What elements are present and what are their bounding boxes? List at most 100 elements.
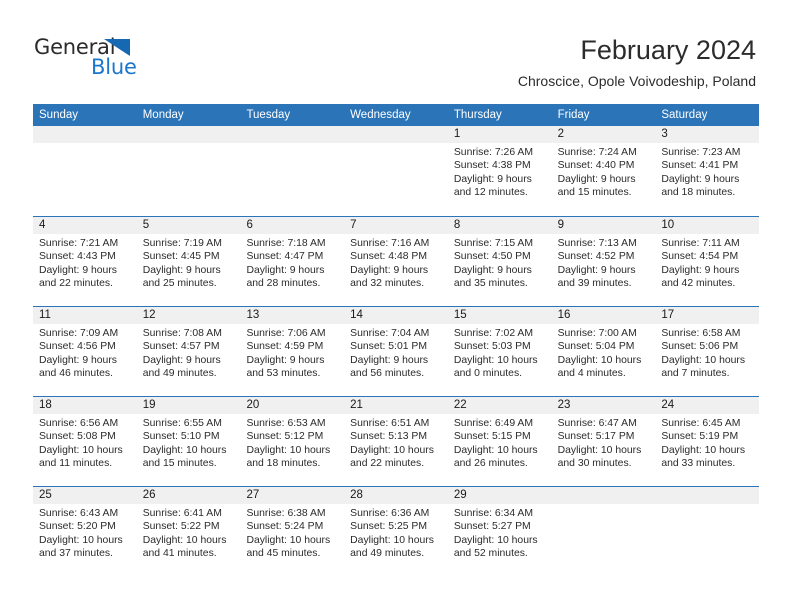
day-sun-info: Sunrise: 6:36 AM Sunset: 5:25 PM Daylight:… (344, 504, 448, 560)
sunrise-time: Sunrise: 6:53 AM (246, 418, 326, 429)
day-sun-info: Sunrise: 6:58 AM Sunset: 5:06 PM Daylight:… (655, 324, 759, 380)
sunset-time: Sunset: 5:22 PM (142, 521, 220, 533)
daylight-duration-line2: and 49 minutes. (142, 367, 217, 379)
sunrise-time: Sunrise: 7:15 AM (453, 238, 534, 249)
day-number: 7 (344, 217, 448, 234)
sunset-time: Sunset: 5:06 PM (661, 341, 739, 353)
day-number: 27 (240, 487, 345, 504)
calendar-day-cell[interactable]: 23 Sunrise: 6:47 AM Sunset: 5:17 PM Dayligh… (551, 397, 656, 486)
calendar-day-cell[interactable]: 3 Sunrise: 7:23 AM Sunset: 4:41 PM Daylight… (655, 126, 760, 216)
calendar-day-cell[interactable]: 12 Sunrise: 7:08 AM Sunset: 4:57 PM Dayligh… (136, 307, 241, 396)
daylight-duration-line1: Daylight: 9 hours (39, 264, 117, 276)
sunset-time: Sunset: 5:20 PM (39, 521, 116, 533)
calendar-day-cell[interactable]: 16 Sunrise: 7:00 AM Sunset: 5:04 PM Dayligh… (551, 307, 656, 396)
calendar-weeks: 1 Sunrise: 7:26 AM Sunset: 4:38 PM Daylight… (33, 126, 760, 576)
daylight-duration-line2: and 15 minutes. (557, 186, 632, 198)
calendar-day-cell[interactable]: 25 Sunrise: 6:43 AM Sunset: 5:20 PM Dayligh… (33, 487, 137, 576)
daylight-duration-line2: and 37 minutes. (39, 547, 113, 559)
calendar-week-row: 4 Sunrise: 7:21 AM Sunset: 4:43 PM Daylight… (33, 216, 760, 306)
daylight-duration-line2: and 41 minutes. (142, 547, 217, 559)
daylight-duration-line2: and 0 minutes. (453, 367, 523, 379)
calendar-day-cell[interactable]: 11 Sunrise: 7:09 AM Sunset: 4:56 PM Dayligh… (33, 307, 137, 396)
daylight-duration-line2: and 25 minutes. (142, 277, 217, 289)
calendar-day-cell[interactable]: 1 Sunrise: 7:26 AM Sunset: 4:38 PM Daylight… (447, 126, 552, 216)
calendar-day-cell[interactable]: 6 Sunrise: 7:18 AM Sunset: 4:47 PM Daylight… (240, 217, 345, 306)
sunset-time: Sunset: 5:13 PM (350, 431, 427, 443)
day-sun-info: Sunrise: 6:38 AM Sunset: 5:24 PM Daylight:… (240, 504, 344, 560)
logo-triangle-icon (104, 39, 130, 56)
calendar-day-cell[interactable]: 2 Sunrise: 7:24 AM Sunset: 4:40 PM Daylight… (551, 126, 656, 216)
daylight-duration-line1: Daylight: 9 hours (246, 264, 325, 276)
sunrise-time: Sunrise: 7:16 AM (350, 238, 430, 249)
day-sun-info: Sunrise: 6:55 AM Sunset: 5:10 PM Daylight:… (137, 414, 241, 470)
sunrise-time: Sunrise: 7:08 AM (142, 328, 222, 339)
daylight-duration-line2: and 22 minutes. (39, 277, 113, 289)
day-number: 14 (344, 307, 448, 324)
day-sun-info: Sunrise: 7:04 AM Sunset: 5:01 PM Daylight:… (344, 324, 448, 380)
day-number: 2 (551, 126, 656, 143)
daylight-duration-line2: and 45 minutes. (246, 547, 321, 559)
daylight-duration-line2: and 15 minutes. (142, 457, 217, 469)
daylight-duration-line2: and 11 minutes. (39, 457, 113, 469)
calendar-day-cell[interactable]: 22 Sunrise: 6:49 AM Sunset: 5:15 PM Dayligh… (447, 397, 552, 486)
day-sun-info: Sunrise: 7:13 AM Sunset: 4:52 PM Daylight:… (552, 234, 656, 290)
general-blue-logo: General Blue (34, 36, 164, 82)
calendar-day-cell[interactable]: 28 Sunrise: 6:36 AM Sunset: 5:25 PM Dayligh… (344, 487, 448, 576)
day-number (33, 126, 137, 143)
day-sun-info: Sunrise: 7:06 AM Sunset: 4:59 PM Daylight:… (240, 324, 344, 380)
day-number: 13 (240, 307, 345, 324)
sunrise-time: Sunrise: 6:36 AM (350, 508, 430, 519)
sunrise-time: Sunrise: 7:24 AM (557, 147, 637, 158)
sunrise-time: Sunrise: 7:18 AM (246, 238, 326, 249)
day-number: 22 (447, 397, 552, 414)
calendar-day-cell[interactable]: 13 Sunrise: 7:06 AM Sunset: 4:59 PM Dayligh… (240, 307, 345, 396)
calendar-day-cell[interactable]: 27 Sunrise: 6:38 AM Sunset: 5:24 PM Dayligh… (240, 487, 345, 576)
calendar-day-cell[interactable]: 9 Sunrise: 7:13 AM Sunset: 4:52 PM Daylight… (551, 217, 656, 306)
sunrise-time: Sunrise: 7:19 AM (142, 238, 222, 249)
sunset-time: Sunset: 5:03 PM (453, 341, 531, 353)
calendar-day-cell[interactable]: 15 Sunrise: 7:02 AM Sunset: 5:03 PM Dayligh… (447, 307, 552, 396)
daylight-duration-line2: and 4 minutes. (557, 367, 626, 379)
calendar-day-cell[interactable]: 17 Sunrise: 6:58 AM Sunset: 5:06 PM Dayligh… (655, 307, 760, 396)
daylight-duration-line2: and 53 minutes. (246, 367, 321, 379)
calendar-day-cell[interactable]: 10 Sunrise: 7:11 AM Sunset: 4:54 PM Dayligh… (655, 217, 760, 306)
daylight-duration-line1: Daylight: 10 hours (557, 444, 642, 456)
day-sun-info: Sunrise: 7:19 AM Sunset: 4:45 PM Daylight:… (137, 234, 241, 290)
daylight-duration-line2: and 32 minutes. (350, 277, 425, 289)
logo-text-blue: Blue (91, 55, 137, 79)
title-block: February 2024 Chroscice, Opole Voivodesh… (518, 34, 756, 90)
daylight-duration-line2: and 22 minutes. (350, 457, 425, 469)
sunset-time: Sunset: 4:50 PM (453, 251, 531, 263)
day-sun-info: Sunrise: 7:11 AM Sunset: 4:54 PM Daylight:… (655, 234, 759, 290)
daylight-duration-line1: Daylight: 9 hours (142, 264, 221, 276)
day-number: 5 (136, 217, 241, 234)
sunset-time: Sunset: 4:40 PM (557, 160, 635, 172)
calendar-day-cell[interactable]: 4 Sunrise: 7:21 AM Sunset: 4:43 PM Daylight… (33, 217, 137, 306)
daylight-duration-line2: and 46 minutes. (39, 367, 113, 379)
page-title: February 2024 (580, 35, 756, 65)
day-number: 3 (655, 126, 760, 143)
calendar-day-cell[interactable]: 7 Sunrise: 7:16 AM Sunset: 4:48 PM Daylight… (344, 217, 448, 306)
day-sun-info: Sunrise: 7:24 AM Sunset: 4:40 PM Daylight:… (552, 143, 656, 199)
calendar-day-cell[interactable]: 21 Sunrise: 6:51 AM Sunset: 5:13 PM Dayligh… (344, 397, 448, 486)
day-sun-info: Sunrise: 6:43 AM Sunset: 5:20 PM Daylight:… (33, 504, 137, 560)
day-number (344, 126, 448, 143)
daylight-duration-line1: Daylight: 9 hours (557, 264, 636, 276)
calendar-day-cell[interactable]: 8 Sunrise: 7:15 AM Sunset: 4:50 PM Daylight… (447, 217, 552, 306)
page-subtitle: Chroscice, Opole Voivodeship, Poland (517, 73, 756, 89)
calendar-day-cell[interactable]: 29 Sunrise: 6:34 AM Sunset: 5:27 PM Dayligh… (447, 487, 552, 576)
daylight-duration-line1: Daylight: 10 hours (142, 444, 227, 456)
daylight-duration-line1: Daylight: 10 hours (246, 444, 331, 456)
day-sun-info: Sunrise: 7:00 AM Sunset: 5:04 PM Daylight:… (552, 324, 656, 380)
calendar-day-cell[interactable]: 14 Sunrise: 7:04 AM Sunset: 5:01 PM Dayligh… (344, 307, 448, 396)
calendar-page: General Blue February 2024 Chroscice, Op… (0, 0, 792, 612)
weekday-header-wednesday: Wednesday (350, 109, 411, 121)
calendar-day-cell[interactable]: 26 Sunrise: 6:41 AM Sunset: 5:22 PM Dayligh… (136, 487, 241, 576)
calendar-day-cell[interactable]: 5 Sunrise: 7:19 AM Sunset: 4:45 PM Daylight… (136, 217, 241, 306)
calendar-day-cell[interactable]: 19 Sunrise: 6:55 AM Sunset: 5:10 PM Dayligh… (136, 397, 241, 486)
daylight-duration-line1: Daylight: 9 hours (350, 354, 429, 366)
sunrise-time: Sunrise: 7:09 AM (39, 328, 119, 339)
calendar-day-cell[interactable]: 20 Sunrise: 6:53 AM Sunset: 5:12 PM Dayligh… (240, 397, 345, 486)
calendar-day-cell[interactable]: 18 Sunrise: 6:56 AM Sunset: 5:08 PM Dayligh… (33, 397, 137, 486)
calendar-day-cell[interactable]: 24 Sunrise: 6:45 AM Sunset: 5:19 PM Dayligh… (655, 397, 760, 486)
